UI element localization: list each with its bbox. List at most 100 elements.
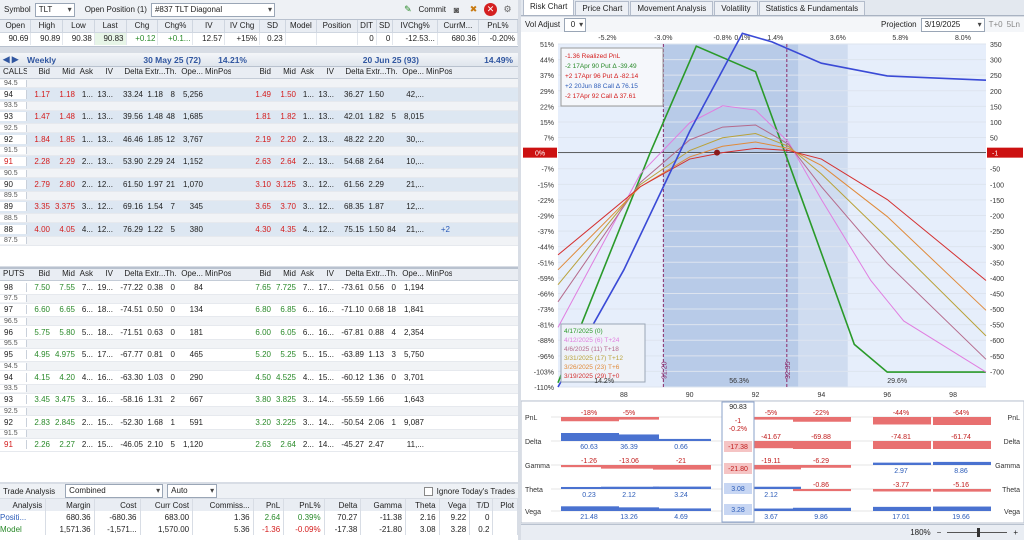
chain-cell[interactable]: 5 (165, 440, 177, 449)
chain-cell[interactable]: 3.225 (273, 418, 298, 427)
chain-cell[interactable]: 380 (177, 225, 205, 234)
chain-row[interactable]: 87.5 (0, 236, 518, 246)
chain-cell[interactable]: 0.50 (145, 305, 165, 314)
chain-row[interactable]: 89 3.35 3.375 3... 12... 69.16 1.54 7 345 3.65 3.7… (0, 200, 518, 214)
chain-cell[interactable]: 7... (77, 283, 95, 292)
commit-button[interactable]: Commit (418, 5, 446, 14)
chain-cell[interactable]: -50.54 (336, 418, 366, 427)
chain-cell[interactable]: 4... (298, 373, 316, 382)
chain-cell[interactable]: 5.75 (27, 328, 52, 337)
chain-cell[interactable]: 1... (77, 112, 95, 121)
chain-cell[interactable]: 76.29 (115, 225, 145, 234)
ignore-trades-checkbox[interactable] (423, 486, 433, 496)
chain-row[interactable]: 90.5 (0, 169, 518, 178)
chain-cell[interactable]: 2 (165, 395, 177, 404)
chain-cell[interactable]: 21,... (398, 180, 426, 189)
chain-cell[interactable]: 2.64 (273, 440, 298, 449)
chain-cell[interactable]: 4... (77, 225, 95, 234)
chain-cell[interactable]: 2.27 (52, 440, 77, 449)
chain-cell[interactable]: 3,701 (398, 373, 426, 382)
chain-cell[interactable]: 5 (386, 112, 398, 121)
chain-cell[interactable]: 16... (316, 328, 336, 337)
chain-cell[interactable]: 16... (95, 395, 115, 404)
chain-cell[interactable]: 0 (165, 305, 177, 314)
chain-cell[interactable]: 18 (386, 305, 398, 314)
chain-cell[interactable]: 3... (298, 418, 316, 427)
chain-cell[interactable]: 0 (165, 283, 177, 292)
chain-row[interactable]: 95.5 (0, 339, 518, 349)
chain-cell[interactable]: 1... (77, 135, 95, 144)
expiry-nav-arrows[interactable]: ◀ ▶ (0, 54, 27, 65)
chain-cell[interactable]: 2.80 (52, 180, 77, 189)
chain-cell[interactable]: 3.125 (273, 180, 298, 189)
chain-cell[interactable]: 0.68 (366, 305, 386, 314)
chain-cell[interactable]: 12... (95, 180, 115, 189)
chain-cell[interactable]: 3.10 (248, 180, 273, 189)
chain-cell[interactable]: 7.55 (52, 283, 77, 292)
chain-row[interactable]: 91.5 (0, 429, 518, 439)
chain-cell[interactable]: 1.81 (248, 112, 273, 121)
chain-cell[interactable]: 48 (165, 112, 177, 121)
chain-cell[interactable]: 5... (77, 328, 95, 337)
chain-cell[interactable]: 2.83 (27, 418, 52, 427)
chain-cell[interactable]: 7.65 (248, 283, 273, 292)
chain-cell[interactable]: 13... (95, 157, 115, 166)
chain-cell[interactable]: 68.35 (336, 202, 366, 211)
chain-cell[interactable]: 345 (177, 202, 205, 211)
chain-cell[interactable]: 1.84 (27, 135, 52, 144)
chain-cell[interactable]: 1.49 (248, 90, 273, 99)
chain-cell[interactable]: 4.05 (52, 225, 77, 234)
chain-cell[interactable]: 3... (77, 202, 95, 211)
chain-cell[interactable]: 465 (177, 350, 205, 359)
chain-cell[interactable]: 4.15 (27, 373, 52, 382)
chain-cell[interactable]: 1.31 (145, 395, 165, 404)
chain-cell[interactable]: 54.68 (336, 157, 366, 166)
chain-row[interactable]: 93.5 (0, 384, 518, 394)
chain-cell[interactable]: 5,256 (177, 90, 205, 99)
chain-cell[interactable]: 30,... (398, 135, 426, 144)
chain-cell[interactable]: 3.20 (248, 418, 273, 427)
chain-cell[interactable]: 0.81 (145, 350, 165, 359)
chain-cell[interactable]: 1,070 (177, 180, 205, 189)
chain-cell[interactable]: 2... (298, 157, 316, 166)
chain-cell[interactable]: 15... (316, 373, 336, 382)
chain-cell[interactable]: 2.20 (366, 135, 386, 144)
chain-cell[interactable]: 2,354 (398, 328, 426, 337)
chain-cell[interactable]: 6.80 (248, 305, 273, 314)
chain-cell[interactable]: 2... (77, 180, 95, 189)
chain-cell[interactable]: 46.46 (115, 135, 145, 144)
chain-row[interactable]: 89.5 (0, 191, 518, 201)
chain-cell[interactable]: -58.16 (115, 395, 145, 404)
chain-cell[interactable]: 1... (298, 90, 316, 99)
chain-cell[interactable]: 3... (77, 395, 95, 404)
chain-row[interactable]: 93 1.47 1.48 1... 13... 39.56 1.48 48 1,685 1.81 1… (0, 110, 518, 124)
chain-cell[interactable]: 1.03 (145, 373, 165, 382)
chain-cell[interactable]: 13... (316, 157, 336, 166)
chain-cell[interactable]: 12... (316, 225, 336, 234)
chain-cell[interactable]: 13... (95, 112, 115, 121)
tab-movement-analysis[interactable]: Movement Analysis (630, 1, 714, 15)
chain-cell[interactable]: 16... (316, 305, 336, 314)
chain-cell[interactable]: 15... (316, 350, 336, 359)
chain-cell[interactable]: 10,... (398, 157, 426, 166)
chain-row[interactable]: 91 2.26 2.27 2... 15... -46.05 2.10 5 1,120 2.63 2… (0, 438, 518, 452)
combined-select[interactable]: Combined (65, 484, 164, 498)
chain-row[interactable]: 94 4.15 4.20 4... 16... -63.30 1.03 0 290 4.50 4.5… (0, 371, 518, 385)
chain-cell[interactable]: 4.525 (273, 373, 298, 382)
chain-cell[interactable]: 17... (95, 350, 115, 359)
chain-cell[interactable]: 0 (386, 283, 398, 292)
trade-row[interactable]: Positi... 680.36 -680.36 683.00 1.36 2.64 0.39… (0, 511, 518, 523)
chain-row[interactable]: 95 4.95 4.975 5... 17... -67.77 0.81 0 465 5.20 5.… (0, 348, 518, 362)
chain-cell[interactable]: 1.66 (366, 395, 386, 404)
chain-cell[interactable]: -74.51 (115, 305, 145, 314)
chain-cell[interactable]: 21 (165, 180, 177, 189)
chain-cell[interactable]: 39.56 (115, 112, 145, 121)
chain-cell[interactable]: 1.87 (366, 202, 386, 211)
chain-cell[interactable]: 1.36 (366, 373, 386, 382)
chain-cell[interactable]: 6.00 (248, 328, 273, 337)
chain-cell[interactable]: -63.30 (115, 373, 145, 382)
chain-cell[interactable]: 1.85 (145, 135, 165, 144)
chain-cell[interactable]: 1.17 (27, 90, 52, 99)
chain-cell[interactable]: 3... (298, 180, 316, 189)
chain-cell[interactable]: 2... (298, 440, 316, 449)
